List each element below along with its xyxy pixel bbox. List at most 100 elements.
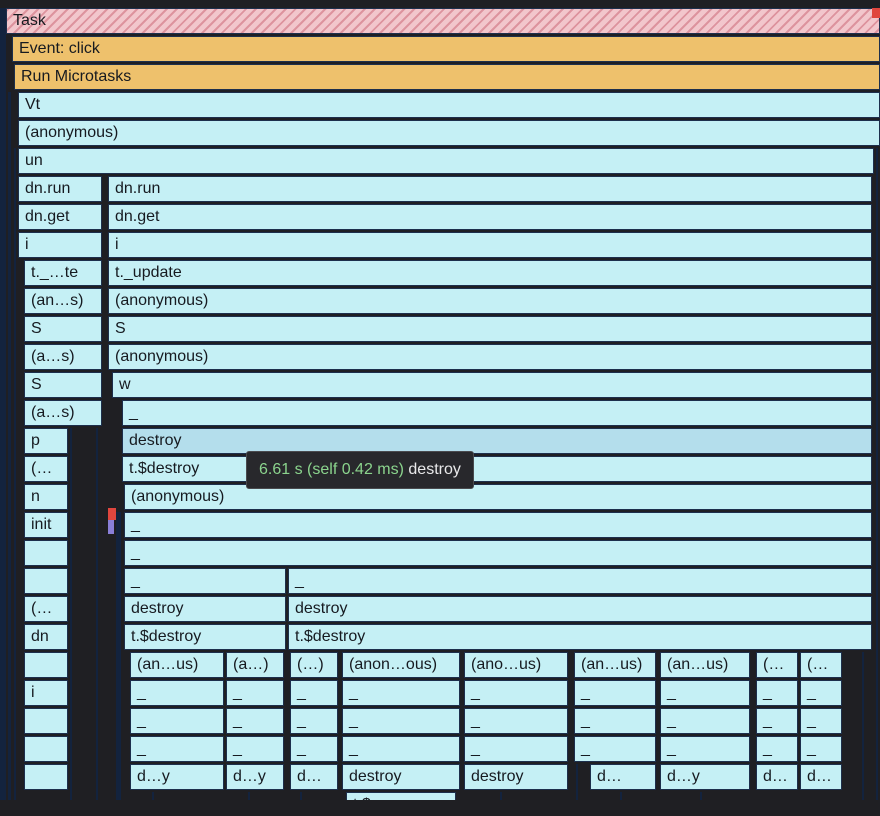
frame-underscore[interactable]: _ bbox=[226, 736, 284, 762]
frame-underscore[interactable]: _ bbox=[342, 736, 460, 762]
tooltip-name: destroy bbox=[408, 461, 461, 478]
frame-anonymous[interactable]: (… bbox=[800, 652, 842, 678]
frame-empty[interactable] bbox=[24, 540, 68, 566]
flame-chart[interactable]: Task Event: click Run Microtasks Vt (ano… bbox=[0, 0, 880, 816]
frame-underscore[interactable]: _ bbox=[464, 736, 568, 762]
frame-empty[interactable] bbox=[24, 708, 68, 734]
frame-dn[interactable]: dn bbox=[24, 624, 68, 650]
frame-t-update[interactable]: t._…te bbox=[24, 260, 102, 286]
thin-frame-sliver bbox=[14, 148, 16, 800]
frame-anonymous[interactable]: (a…) bbox=[226, 652, 284, 678]
frame-underscore[interactable]: _ bbox=[130, 680, 224, 706]
frame-destroy[interactable]: d…y bbox=[130, 764, 224, 790]
frame-s[interactable]: S bbox=[24, 316, 102, 342]
thin-frame-sliver bbox=[300, 792, 302, 800]
task-bar[interactable]: Task bbox=[6, 8, 880, 34]
frame-destroy[interactable]: d… bbox=[800, 764, 842, 790]
run-microtasks-bar[interactable]: Run Microtasks bbox=[14, 64, 880, 90]
frame-underscore[interactable]: _ bbox=[342, 708, 460, 734]
frame-empty[interactable] bbox=[24, 736, 68, 762]
event-click-bar[interactable]: Event: click bbox=[12, 36, 880, 62]
frame-underscore[interactable]: _ bbox=[290, 736, 338, 762]
frame-init[interactable]: init bbox=[24, 512, 68, 538]
frame-destroy[interactable]: d…y bbox=[660, 764, 750, 790]
frame-destroy[interactable]: d… bbox=[590, 764, 656, 790]
frame-underscore[interactable]: _ bbox=[122, 400, 872, 426]
frame-destroy[interactable]: d…y bbox=[226, 764, 284, 790]
frame-anonymous[interactable]: (anonymous) bbox=[18, 120, 880, 146]
frame-anonymous[interactable]: (an…us) bbox=[574, 652, 656, 678]
frame-i[interactable]: i bbox=[108, 232, 872, 258]
frame-underscore[interactable]: _ bbox=[574, 708, 656, 734]
frame-underscore[interactable]: _ bbox=[130, 708, 224, 734]
frame-dn-get[interactable]: dn.get bbox=[108, 204, 872, 230]
frame-underscore[interactable]: _ bbox=[124, 540, 872, 566]
thin-frame-sliver bbox=[70, 428, 72, 800]
frame-underscore[interactable]: _ bbox=[342, 680, 460, 706]
frame-underscore[interactable]: _ bbox=[464, 708, 568, 734]
frame-underscore[interactable]: _ bbox=[800, 708, 842, 734]
frame-underscore[interactable]: _ bbox=[574, 736, 656, 762]
frame-destroy[interactable]: d… bbox=[290, 764, 338, 790]
frame-anonymous[interactable]: (… bbox=[756, 652, 798, 678]
frame-s[interactable]: S bbox=[24, 372, 102, 398]
frame-i[interactable]: i bbox=[24, 680, 68, 706]
frame-n[interactable]: n bbox=[24, 484, 68, 510]
frame-dn-get[interactable]: dn.get bbox=[18, 204, 102, 230]
frame-anonymous[interactable]: (ano…us) bbox=[464, 652, 568, 678]
frame-destroy[interactable]: destroy bbox=[288, 596, 872, 622]
frame-s[interactable]: S bbox=[108, 316, 872, 342]
frame-destroy[interactable]: d… bbox=[756, 764, 798, 790]
frame-underscore[interactable]: _ bbox=[226, 680, 284, 706]
frame-anonymous[interactable]: (…) bbox=[290, 652, 338, 678]
frame-empty[interactable] bbox=[24, 568, 68, 594]
frame-underscore[interactable]: _ bbox=[660, 736, 750, 762]
frame-anonymous[interactable]: (a…s) bbox=[24, 400, 102, 426]
frame-underscore[interactable]: _ bbox=[660, 680, 750, 706]
frame-destroy[interactable]: destroy bbox=[464, 764, 568, 790]
frame-paren[interactable]: (… bbox=[24, 596, 68, 622]
frame-dn-run[interactable]: dn.run bbox=[108, 176, 872, 202]
frame-vt[interactable]: Vt bbox=[18, 92, 880, 118]
frame-anonymous[interactable]: (anonymous) bbox=[108, 288, 872, 314]
frame-underscore[interactable]: _ bbox=[574, 680, 656, 706]
frame-underscore[interactable]: _ bbox=[464, 680, 568, 706]
frame-underscore[interactable]: _ bbox=[800, 736, 842, 762]
frame-p[interactable]: p bbox=[24, 428, 68, 454]
frame-underscore[interactable]: _ bbox=[660, 708, 750, 734]
frame-t-destroy[interactable]: t.$destroy bbox=[124, 624, 286, 650]
frame-destroy[interactable]: destroy bbox=[124, 596, 286, 622]
frame-underscore[interactable]: _ bbox=[290, 680, 338, 706]
frame-underscore[interactable]: _ bbox=[756, 708, 798, 734]
frame-dn-run[interactable]: dn.run bbox=[18, 176, 102, 202]
frame-anonymous[interactable]: (an…us) bbox=[660, 652, 750, 678]
frame-underscore[interactable]: _ bbox=[226, 708, 284, 734]
frame-anonymous[interactable]: (an…us) bbox=[130, 652, 224, 678]
frame-anonymous[interactable]: (a…s) bbox=[24, 344, 102, 370]
frame-destroy[interactable]: destroy bbox=[342, 764, 460, 790]
frame-underscore[interactable]: _ bbox=[124, 568, 286, 594]
frame-underscore[interactable]: _ bbox=[124, 512, 872, 538]
frame-i[interactable]: i bbox=[18, 232, 102, 258]
frame-empty[interactable] bbox=[24, 764, 68, 790]
frame-destroy-highlighted[interactable]: destroy bbox=[122, 428, 872, 454]
frame-t-destroy[interactable]: t.$destroy bbox=[122, 456, 872, 482]
frame-underscore[interactable]: _ bbox=[288, 568, 872, 594]
frame-t-destroy[interactable]: t.$destroy bbox=[288, 624, 872, 650]
frame-underscore[interactable]: _ bbox=[800, 680, 842, 706]
frame-anonymous[interactable]: (anonymous) bbox=[124, 484, 872, 510]
frame-anonymous[interactable]: (anonymous) bbox=[108, 344, 872, 370]
frame-t-update[interactable]: t._update bbox=[108, 260, 872, 286]
frame-empty[interactable] bbox=[24, 652, 68, 678]
purple-marker bbox=[108, 520, 114, 534]
frame-underscore[interactable]: _ bbox=[756, 736, 798, 762]
frame-underscore[interactable]: _ bbox=[290, 708, 338, 734]
frame-anonymous[interactable]: (anon…ous) bbox=[342, 652, 460, 678]
frame-un[interactable]: un bbox=[18, 148, 874, 174]
thin-frame-sliver bbox=[500, 792, 502, 800]
frame-paren[interactable]: (… bbox=[24, 456, 68, 482]
frame-underscore[interactable]: _ bbox=[130, 736, 224, 762]
frame-underscore[interactable]: _ bbox=[756, 680, 798, 706]
frame-w[interactable]: w bbox=[112, 372, 872, 398]
frame-anonymous[interactable]: (an…s) bbox=[24, 288, 102, 314]
